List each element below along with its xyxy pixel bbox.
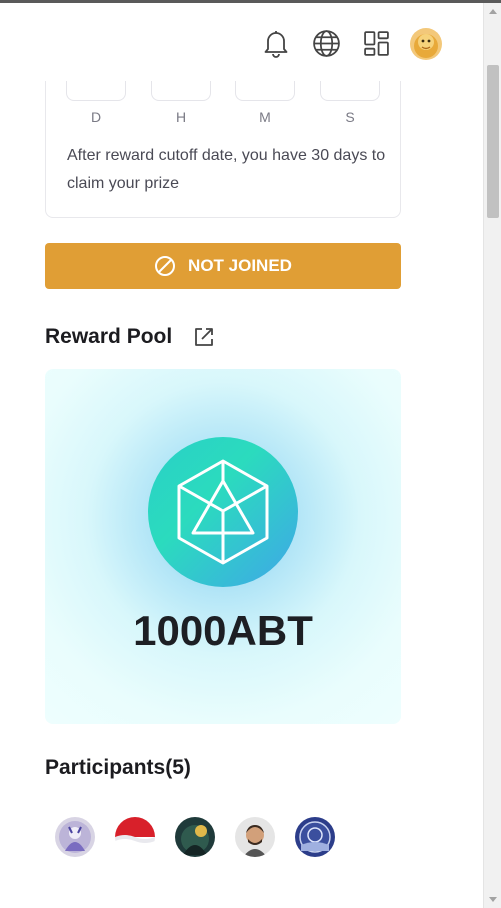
participant-avatar-1[interactable]: [55, 817, 95, 857]
countdown-minutes-label: M: [259, 109, 271, 125]
participant-avatar-3[interactable]: [175, 817, 215, 857]
countdown-hours-box: [151, 81, 211, 101]
claim-note: After reward cutoff date, you have 30 da…: [67, 147, 386, 192]
external-link-icon[interactable]: [193, 326, 215, 348]
scroll-down-arrow-icon[interactable]: [489, 897, 497, 902]
bell-icon[interactable]: [260, 27, 292, 59]
page-scrollbar[interactable]: [483, 3, 501, 908]
scroll-up-arrow-icon[interactable]: [489, 9, 497, 14]
join-status-button[interactable]: NOT JOINED: [45, 243, 401, 289]
participants-title: Participants(5): [45, 756, 191, 779]
reward-pool-card: 1000ABT: [45, 369, 401, 724]
countdown-days-label: D: [90, 109, 102, 125]
participant-avatar-2[interactable]: [115, 817, 155, 857]
globe-icon[interactable]: [310, 27, 342, 59]
reward-pool-amount: 1000ABT: [133, 607, 313, 654]
countdown-seconds-box: [320, 81, 380, 101]
countdown-seconds-label: S: [345, 109, 355, 125]
app-header: [0, 3, 483, 81]
reward-pool-title: Reward Pool: [45, 325, 173, 348]
countdown-minutes-box: [235, 81, 295, 101]
arcblock-token-icon: [148, 437, 298, 587]
countdown-hours-label: H: [175, 109, 187, 125]
apps-grid-icon[interactable]: [360, 27, 392, 59]
join-status-label: NOT JOINED: [188, 256, 292, 275]
participant-avatar-5[interactable]: [295, 817, 335, 857]
user-avatar[interactable]: [410, 28, 442, 60]
scrollbar-thumb[interactable]: [487, 65, 499, 218]
countdown-days-box: [66, 81, 126, 101]
participant-avatar-4[interactable]: [235, 817, 275, 857]
ban-icon: [154, 255, 176, 277]
